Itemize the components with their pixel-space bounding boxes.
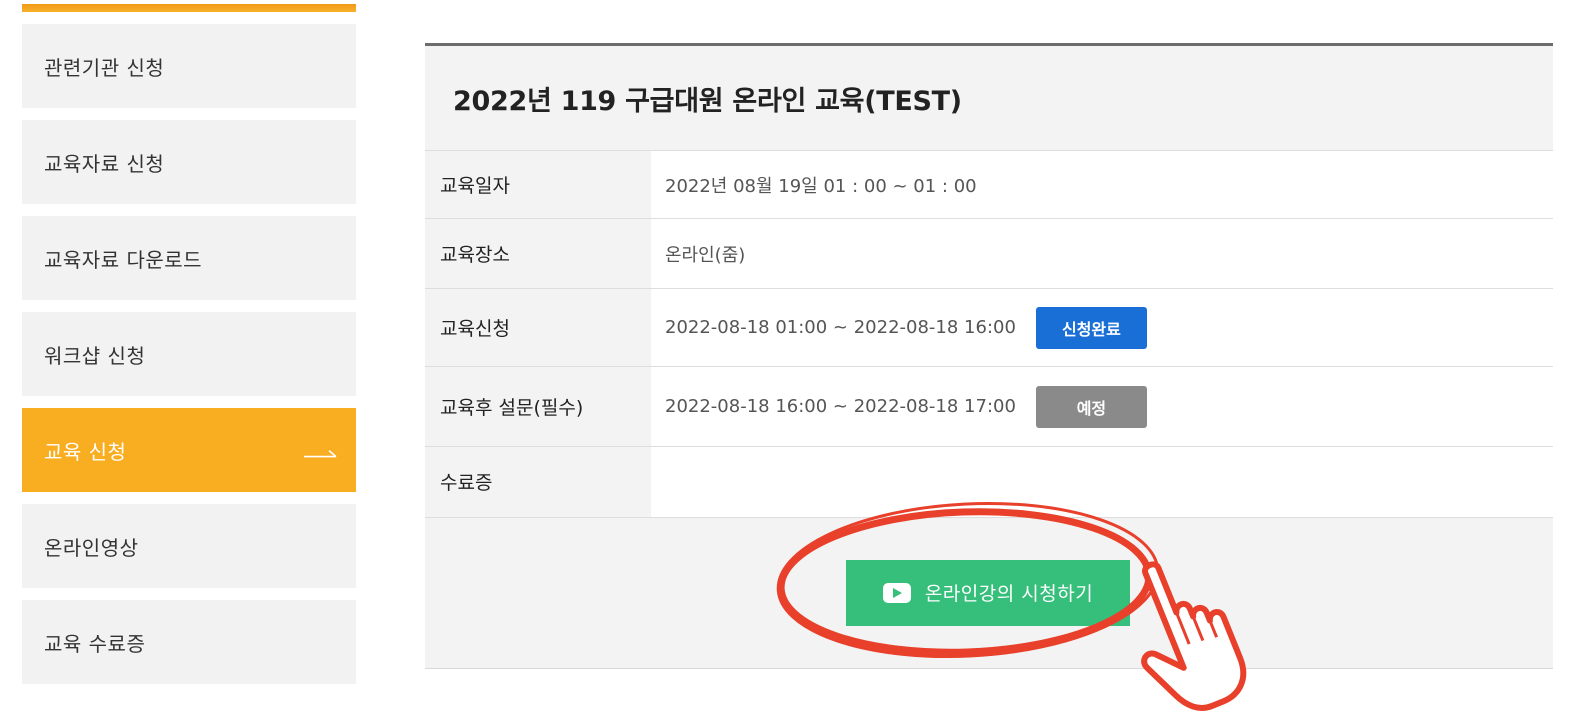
course-detail-panel: 2022년 119 구급대원 온라인 교육(TEST) 교육일자 2022년 0… xyxy=(425,43,1553,669)
application-complete-badge: 신청완료 xyxy=(1035,306,1147,349)
sidebar-item-label: 교육자료 신청 xyxy=(44,151,165,176)
sidebar-item-related-org[interactable]: 관련기관 신청 xyxy=(22,24,356,108)
table-row: 교육신청 2022-08-18 01:00 ~ 2022-08-18 16:00… xyxy=(425,288,1553,367)
sidebar-item-material-request[interactable]: 교육자료 신청 xyxy=(22,120,356,204)
play-icon xyxy=(882,582,911,603)
application-period: 2022-08-18 01:00 ~ 2022-08-18 16:00 xyxy=(665,317,1016,338)
sidebar-item-online-video[interactable]: 온라인영상 xyxy=(22,504,356,588)
table-row: 수료증 xyxy=(425,446,1553,517)
row-label-application: 교육신청 xyxy=(425,288,651,367)
sidebar-item-education-request[interactable]: 교육 신청 xyxy=(22,408,356,492)
arrow-right-icon xyxy=(304,449,337,458)
sidebar-menu: 관련기관 신청 교육자료 신청 교육자료 다운로드 워크샵 신청 교육 신청 온… xyxy=(22,24,356,696)
sidebar-item-material-download[interactable]: 교육자료 다운로드 xyxy=(22,216,356,300)
row-value-date: 2022년 08월 19일 01 : 00 ~ 01 : 00 xyxy=(651,150,1553,219)
row-value-application: 2022-08-18 01:00 ~ 2022-08-18 16:00 신청완료 xyxy=(651,288,1553,367)
table-row: 교육장소 온라인(줌) xyxy=(425,218,1553,289)
row-label-survey: 교육후 설문(필수) xyxy=(425,366,651,447)
education-date: 2022년 08월 19일 01 : 00 ~ 01 : 00 xyxy=(665,175,977,197)
sidebar-item-workshop[interactable]: 워크샵 신청 xyxy=(22,312,356,396)
row-value-certificate xyxy=(651,446,1553,517)
row-label-certificate: 수료증 xyxy=(425,446,651,517)
watch-button-label: 온라인강의 시청하기 xyxy=(924,583,1094,605)
watch-online-lecture-button[interactable]: 온라인강의 시청하기 xyxy=(846,559,1130,626)
course-info-table: 교육일자 2022년 08월 19일 01 : 00 ~ 01 : 00 교육장… xyxy=(425,150,1553,517)
sidebar-top-accent xyxy=(22,0,356,12)
table-row: 교육후 설문(필수) 2022-08-18 16:00 ~ 2022-08-18… xyxy=(425,366,1553,447)
row-label-date: 교육일자 xyxy=(425,150,651,219)
sidebar-item-label: 온라인영상 xyxy=(44,535,139,560)
scheduled-badge: 예정 xyxy=(1035,385,1147,428)
row-value-place: 온라인(줌) xyxy=(651,218,1553,289)
table-row: 교육일자 2022년 08월 19일 01 : 00 ~ 01 : 00 xyxy=(425,150,1553,219)
row-value-survey: 2022-08-18 16:00 ~ 2022-08-18 17:00 예정 xyxy=(651,366,1553,447)
course-title: 2022년 119 구급대원 온라인 교육(TEST) xyxy=(453,85,962,117)
survey-period: 2022-08-18 16:00 ~ 2022-08-18 17:00 xyxy=(665,396,1016,417)
row-label-place: 교육장소 xyxy=(425,218,651,289)
sidebar-item-label: 교육 수료증 xyxy=(44,631,146,656)
sidebar-item-label: 관련기관 신청 xyxy=(44,55,165,80)
sidebar-item-label: 교육자료 다운로드 xyxy=(44,247,203,272)
action-area: 온라인강의 시청하기 xyxy=(425,516,1553,669)
course-title-bar: 2022년 119 구급대원 온라인 교육(TEST) xyxy=(425,46,1553,150)
sidebar-item-label: 교육 신청 xyxy=(44,439,127,464)
sidebar-item-certificate[interactable]: 교육 수료증 xyxy=(22,600,356,684)
sidebar-item-label: 워크샵 신청 xyxy=(44,343,146,368)
education-place: 온라인(줌) xyxy=(665,244,746,266)
